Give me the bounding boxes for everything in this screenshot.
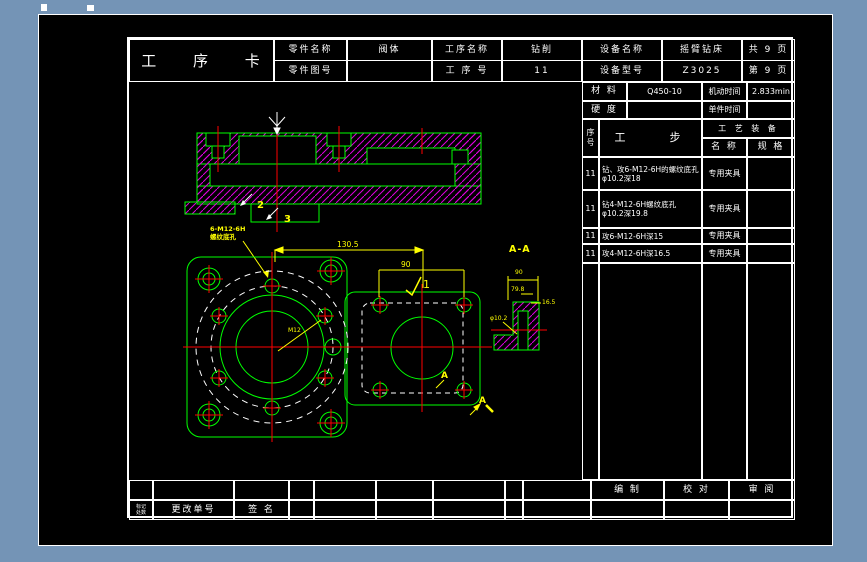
thread-note-line1: 6-M12-6H (210, 225, 245, 233)
hole-leader: M12 (277, 319, 322, 352)
aa-title: A-A (509, 244, 531, 255)
thread-note-line2: 螺纹底孔 (210, 232, 237, 241)
callout-2: 2 (257, 200, 264, 211)
dim-plate-text: 90 (401, 260, 411, 269)
drawing-canvas[interactable]: 2 3 6-M12-6H 螺纹底孔 130.5 90 1 M12 A A A-A… (0, 0, 867, 562)
aa-section-view: A-A 90 79.8 16.5 φ10.2 (490, 244, 556, 351)
plan-view: 130.5 90 1 M12 A A (183, 240, 494, 442)
aa-dim-right: 16.5 (542, 299, 556, 306)
step-ref-text: 1 (423, 278, 430, 291)
callout-3: 3 (284, 214, 291, 225)
hole-note-text: M12 (288, 327, 301, 334)
aa-dim-mid: 79.8 (511, 286, 525, 293)
dim-width-text: 130.5 (337, 240, 359, 249)
thread-note: 6-M12-6H 螺纹底孔 (210, 225, 269, 278)
datum-arrow-icon (268, 112, 286, 136)
cad-workspace: 工 序 卡 零件名称 阀体 工序名称 钻削 设备名称 摇臂钻床 共 9 页 零件… (0, 0, 867, 562)
plan-centerlines (183, 252, 492, 442)
section-mark-a1: A (441, 371, 448, 381)
aa-dim-left: φ10.2 (490, 315, 508, 322)
aa-dim-top: 90 (515, 269, 523, 276)
section-view: 2 3 6-M12-6H 螺纹底孔 (184, 112, 482, 278)
